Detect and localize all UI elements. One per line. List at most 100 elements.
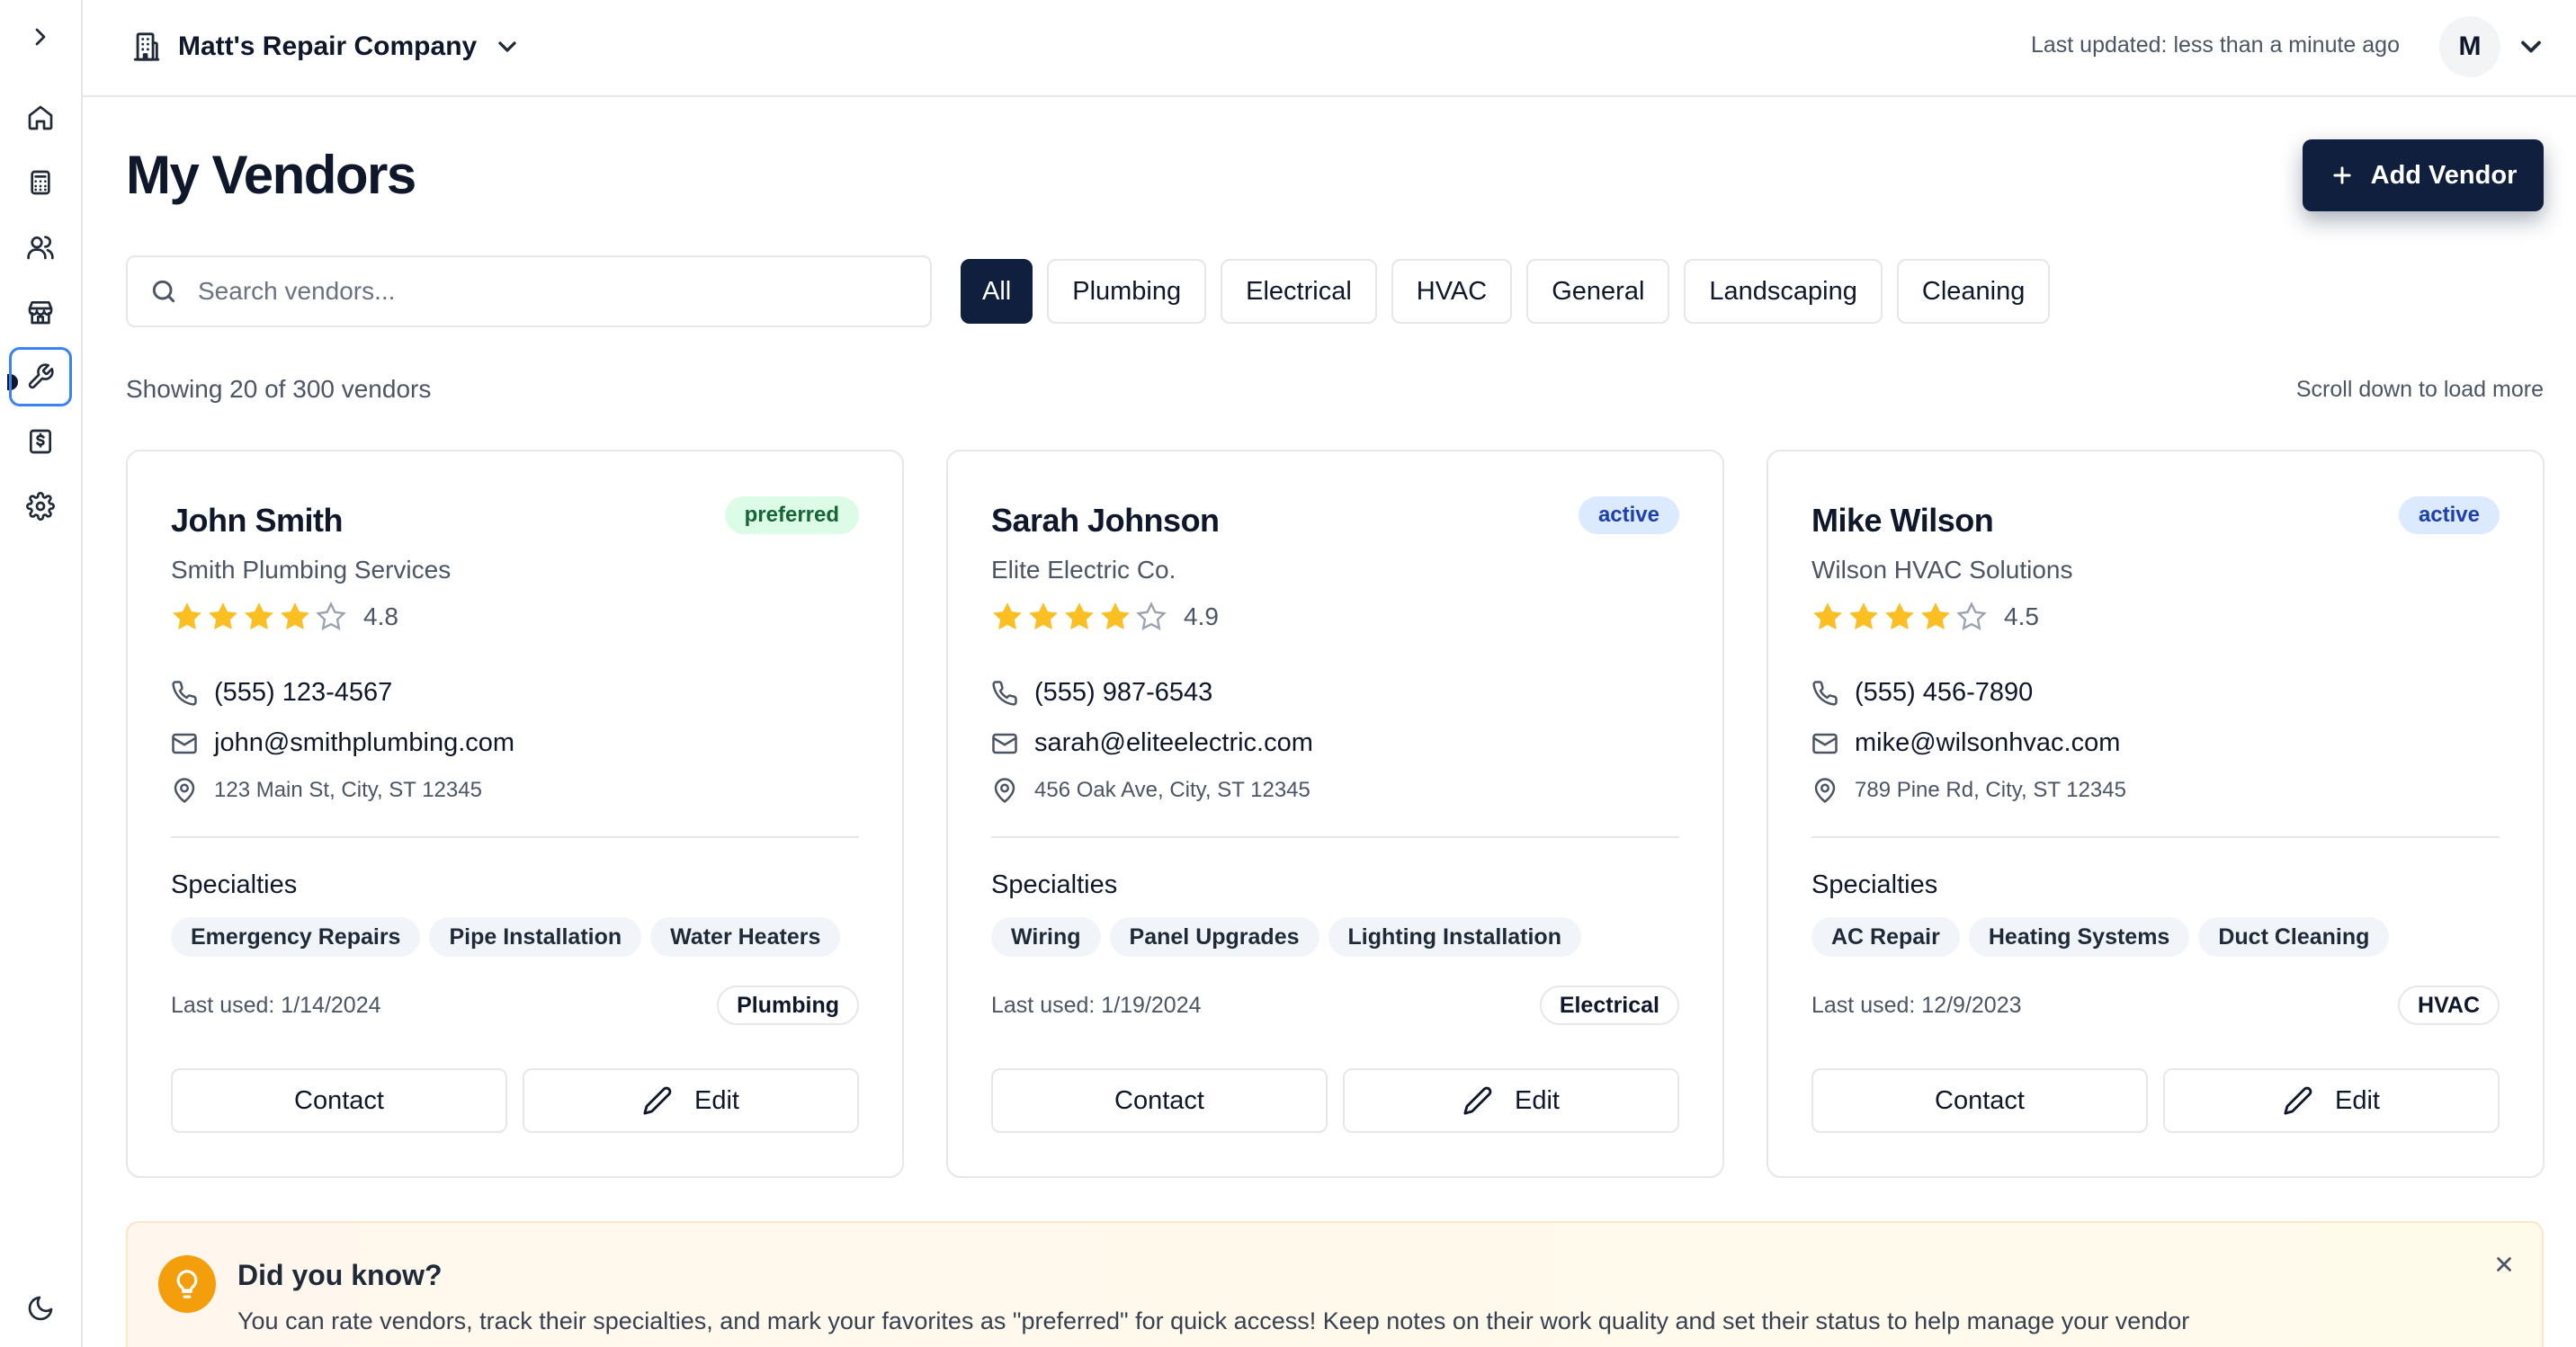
company-name: Matt's Repair Company xyxy=(178,31,478,61)
star-icon xyxy=(281,602,309,630)
specialty-tag: Wiring xyxy=(991,917,1101,957)
chevron-right-icon xyxy=(35,28,46,46)
star-icon xyxy=(1136,601,1167,630)
sidebar-item-billing[interactable] xyxy=(9,412,72,471)
mail-icon xyxy=(1812,733,1838,754)
address-text: 789 Pine Rd, City, ST 12345 xyxy=(1855,778,2126,802)
expand-sidebar-button[interactable] xyxy=(9,7,72,67)
edit-button[interactable]: Edit xyxy=(1343,1068,1679,1133)
star-icon xyxy=(1029,602,1058,630)
vendor-phone: (555) 987-6543 xyxy=(991,678,1212,708)
filter-chip-all[interactable]: All xyxy=(961,259,1033,324)
scroll-hint: Scroll down to load more xyxy=(2295,377,2544,402)
last-used: Last used: 1/19/2024 xyxy=(991,993,1202,1018)
phone-text: (555) 123-4567 xyxy=(214,678,393,707)
vendor-phone: (555) 123-4567 xyxy=(171,678,392,708)
sidebar-item-home[interactable] xyxy=(9,88,72,147)
avatar[interactable]: M xyxy=(2439,16,2500,77)
vendor-card: Sarah Johnson active Elite Electric Co. … xyxy=(946,450,1724,1178)
close-tip-button[interactable] xyxy=(2486,1246,2522,1282)
specialties-label: Specialties xyxy=(991,870,1118,899)
category-badge: Plumbing xyxy=(717,986,859,1025)
specialties-list: Emergency Repairs Pipe Installation Water … xyxy=(171,917,841,957)
users-icon xyxy=(27,236,54,260)
map-pin-icon xyxy=(174,778,195,803)
mail-icon xyxy=(172,733,197,754)
wrench-icon xyxy=(28,363,54,389)
vendor-email: john@smithplumbing.com xyxy=(171,728,514,758)
sidebar-item-users[interactable] xyxy=(9,218,72,277)
filter-chip-general[interactable]: General xyxy=(1526,259,1670,324)
sidebar-item-settings[interactable] xyxy=(9,477,72,536)
phone-icon xyxy=(172,680,197,706)
tip-banner: Did you know? You can rate vendors, trac… xyxy=(126,1221,2544,1347)
vendor-card: John Smith preferred Smith Plumbing Serv… xyxy=(126,450,904,1178)
filter-chip-electrical[interactable]: Electrical xyxy=(1221,259,1377,324)
sidebar-item-store[interactable] xyxy=(9,282,72,342)
vendor-name: John Smith xyxy=(171,502,344,539)
star-icon xyxy=(1885,602,1914,630)
last-used: Last used: 12/9/2023 xyxy=(1811,993,2022,1018)
search-input[interactable] xyxy=(198,277,881,306)
specialty-tag: AC Repair xyxy=(1811,917,1960,957)
email-text: john@smithplumbing.com xyxy=(214,728,515,757)
divider xyxy=(171,836,859,838)
results-count: Showing 20 of 300 vendors xyxy=(126,375,432,403)
status-badge: preferred xyxy=(724,496,859,534)
edit-button[interactable]: Edit xyxy=(2163,1068,2500,1133)
sidebar xyxy=(0,0,83,1347)
star-icon xyxy=(1956,601,1987,630)
mail-icon xyxy=(992,733,1017,754)
contact-label: Contact xyxy=(1114,1085,1204,1115)
specialty-tag: Duct Cleaning xyxy=(2198,917,2390,957)
vendor-company: Wilson HVAC Solutions xyxy=(1811,556,2073,584)
search-icon xyxy=(152,280,175,303)
star-icon xyxy=(993,602,1022,630)
star-icon xyxy=(173,602,201,630)
contact-button[interactable]: Contact xyxy=(1811,1068,2148,1133)
star-icon xyxy=(1101,602,1130,630)
filter-chip-landscaping[interactable]: Landscaping xyxy=(1684,259,1883,324)
vendor-address: 123 Main St, City, ST 12345 xyxy=(171,777,482,804)
moon-icon xyxy=(28,1296,53,1321)
star-icon xyxy=(1849,602,1878,630)
rating: 4.9 xyxy=(991,601,1219,633)
rating-value: 4.8 xyxy=(363,602,398,630)
rating: 4.8 xyxy=(171,601,398,633)
specialties-list: AC Repair Heating Systems Duct Cleaning xyxy=(1811,917,2390,957)
phone-icon xyxy=(1812,680,1838,706)
vendor-phone: (555) 456-7890 xyxy=(1811,678,2033,708)
category-badge: Electrical xyxy=(1539,986,1679,1025)
last-updated-text: Last updated: less than a minute ago xyxy=(2030,32,2400,58)
divider xyxy=(991,836,1679,838)
filter-chip-hvac[interactable]: HVAC xyxy=(1391,259,1513,324)
add-vendor-button[interactable]: Add Vendor xyxy=(2303,139,2544,211)
contact-button[interactable]: Contact xyxy=(991,1068,1328,1133)
email-text: mike@wilsonhvac.com xyxy=(1855,728,2121,757)
last-used: Last used: 1/14/2024 xyxy=(171,993,381,1018)
pencil-icon xyxy=(1463,1086,1492,1115)
map-pin-icon xyxy=(994,778,1015,803)
home-icon xyxy=(28,105,53,130)
specialties-list: Wiring Panel Upgrades Lighting Installatio… xyxy=(991,917,1581,957)
vendor-name: Sarah Johnson xyxy=(991,502,1220,539)
filter-chip-cleaning[interactable]: Cleaning xyxy=(1896,259,2051,324)
filter-chip-plumbing[interactable]: Plumbing xyxy=(1047,259,1207,324)
plus-icon xyxy=(2333,166,2351,184)
status-badge: active xyxy=(1578,496,1679,534)
theme-toggle-button[interactable] xyxy=(9,1279,72,1338)
star-icon xyxy=(245,602,273,630)
sidebar-item-calculator[interactable] xyxy=(9,153,72,212)
status-badge: active xyxy=(2398,496,2500,534)
add-vendor-label: Add Vendor xyxy=(2370,160,2518,190)
contact-button[interactable]: Contact xyxy=(171,1068,507,1133)
search-box xyxy=(126,255,932,327)
category-filters: All Plumbing Electrical HVAC General Landscap… xyxy=(961,259,2051,324)
edit-button[interactable]: Edit xyxy=(523,1068,859,1133)
lightbulb-icon xyxy=(158,1255,216,1313)
page-title: My Vendors xyxy=(126,145,416,205)
company-switcher[interactable]: Matt's Repair Company xyxy=(131,27,522,67)
user-menu-chevron-down-icon[interactable] xyxy=(2515,31,2547,63)
contact-label: Contact xyxy=(1935,1085,2025,1115)
sidebar-item-vendors[interactable] xyxy=(9,347,72,406)
